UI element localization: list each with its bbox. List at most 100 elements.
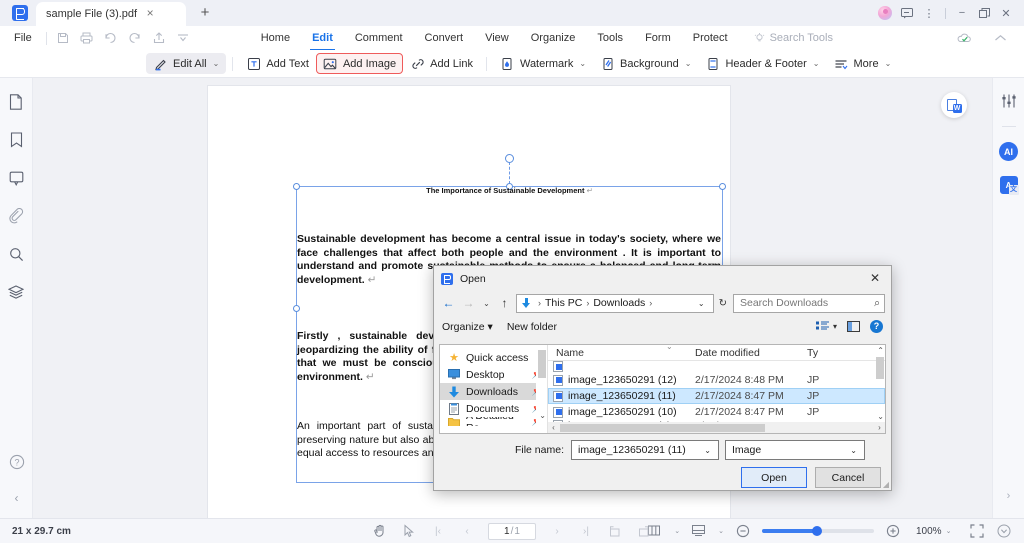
collapse-ribbon-icon[interactable] (988, 28, 1012, 48)
translate-icon[interactable]: A (999, 176, 1019, 195)
scroll-left-icon[interactable]: ‹ (548, 423, 559, 432)
zoom-slider-handle[interactable] (812, 526, 822, 536)
bookmark-icon[interactable] (6, 130, 26, 150)
file-list-horizontal-scrollbar[interactable]: ‹ › (548, 422, 885, 433)
file-name-input[interactable]: image_123650291 (11) ⌄ (571, 440, 719, 460)
menu-view[interactable]: View (485, 29, 509, 47)
resize-grip-icon[interactable]: ◢ (883, 480, 889, 489)
breadcrumb-this-pc[interactable]: This PC (545, 297, 582, 309)
places-item-desktop[interactable]: Desktop 📌 (440, 366, 547, 383)
open-button[interactable]: Open (741, 467, 807, 488)
share-icon[interactable] (147, 28, 171, 48)
properties-sliders-icon[interactable] (999, 91, 1019, 111)
tab-close-icon[interactable]: × (143, 7, 157, 21)
zoom-out-icon[interactable] (735, 523, 751, 539)
add-text-button[interactable]: Add Text (239, 53, 316, 74)
last-page-icon[interactable]: ›| (578, 523, 594, 539)
zoom-level-select[interactable]: 100% ⌄ (912, 523, 958, 540)
next-page-icon[interactable]: › (549, 523, 565, 539)
table-row[interactable]: image_123650291 (11) 2/17/2024 8:47 PM J… (548, 388, 885, 404)
file-list-vertical-scrollbar[interactable]: ⌃ ⌄ (874, 345, 885, 422)
expand-right-panel-icon[interactable]: › (1007, 490, 1011, 502)
watermark-button[interactable]: Watermark ⌄ (493, 53, 593, 74)
places-scrollbar-thumb[interactable] (538, 350, 546, 378)
menu-file[interactable]: File (0, 32, 42, 44)
maximize-button[interactable] (974, 5, 994, 21)
forward-button[interactable]: → (460, 294, 477, 312)
back-button[interactable]: ← (440, 294, 457, 312)
column-header-type[interactable]: Ty (807, 347, 829, 359)
chevron-down-icon[interactable]: ⌄ (700, 446, 715, 455)
close-button[interactable]: ✕ (996, 5, 1016, 21)
file-list[interactable]: Name Date modified Ty ⌄ image_123650291 … (548, 345, 885, 433)
add-link-button[interactable]: Add Link (403, 53, 480, 74)
scroll-mode-icon[interactable] (691, 523, 707, 539)
attachment-icon[interactable] (6, 206, 26, 226)
organize-button[interactable]: Organize ▾ (442, 321, 493, 333)
column-header-date-modified[interactable]: Date modified (695, 347, 807, 359)
dialog-help-icon[interactable]: ? (870, 320, 883, 333)
address-breadcrumb[interactable]: › This PC › Downloads › ⌄ (516, 293, 714, 313)
page-thumbnail-icon[interactable] (6, 92, 26, 112)
menu-edit[interactable]: Edit (310, 29, 335, 51)
scrollbar-thumb[interactable] (560, 423, 765, 432)
menu-convert[interactable]: Convert (425, 29, 464, 47)
refresh-icon[interactable]: ↻ (717, 298, 730, 309)
places-item-quick-access[interactable]: ★ Quick access (440, 349, 547, 366)
breadcrumb-downloads[interactable]: Downloads (593, 297, 645, 309)
avatar[interactable] (875, 5, 895, 21)
menu-home[interactable]: Home (261, 29, 290, 47)
feedback-icon[interactable] (897, 5, 917, 21)
zoom-slider[interactable] (762, 526, 874, 536)
layers-icon[interactable] (6, 282, 26, 302)
zoom-in-icon[interactable] (885, 523, 901, 539)
chevron-up-icon[interactable]: ⌃ (877, 346, 884, 355)
menu-protect[interactable]: Protect (693, 29, 728, 47)
new-folder-button[interactable]: New folder (507, 321, 557, 333)
add-image-button[interactable]: Add Image (315, 53, 404, 74)
open-file-dialog[interactable]: Open ✕ ← → ⌄ ↑ › This PC › Downloads › ⌄… (433, 265, 892, 491)
search-tools-field[interactable]: Search Tools (754, 32, 833, 44)
chevron-down-icon[interactable]: ⌄ (718, 527, 724, 535)
chevron-down-icon[interactable]: ⌄ (674, 527, 680, 535)
change-view-button[interactable]: ▾ (815, 321, 837, 332)
ai-assistant-icon[interactable]: AI (999, 142, 1018, 161)
select-tool-icon[interactable] (401, 523, 417, 539)
document-tab[interactable]: sample File (3).pdf × (36, 2, 186, 26)
chevron-down-icon[interactable]: ⌄ (846, 446, 861, 455)
more-options-icon[interactable]: ⋮ (919, 5, 939, 21)
cloud-check-icon[interactable] (952, 28, 976, 48)
more-view-options-icon[interactable] (996, 523, 1012, 539)
undo-icon[interactable] (99, 28, 123, 48)
table-row[interactable]: image_123650291 (12) 2/17/2024 8:48 PM J… (548, 372, 885, 388)
first-page-icon[interactable]: |‹ (430, 523, 446, 539)
recent-locations-button[interactable]: ⌄ (480, 294, 493, 312)
dialog-search-input[interactable]: Search Downloads ⌕ (733, 293, 885, 313)
menu-comment[interactable]: Comment (355, 29, 403, 47)
convert-to-word-button[interactable]: W (941, 92, 967, 118)
dialog-close-button[interactable]: ✕ (864, 269, 886, 289)
background-button[interactable]: Background ⌄ (593, 53, 698, 74)
rotate-left-icon[interactable] (607, 523, 623, 539)
menu-tools[interactable]: Tools (597, 29, 623, 47)
header-footer-button[interactable]: Header & Footer ⌄ (698, 53, 826, 74)
places-item-downloads[interactable]: Downloads 📌 (440, 383, 547, 400)
file-type-select[interactable]: Image ⌄ (725, 440, 865, 460)
scroll-right-icon[interactable]: › (874, 423, 885, 432)
search-icon[interactable] (6, 244, 26, 264)
edit-all-button[interactable]: Edit All ⌄ (146, 53, 227, 74)
more-button[interactable]: More ⌄ (827, 53, 899, 74)
column-header-name[interactable]: Name (548, 347, 695, 359)
cancel-button[interactable]: Cancel (815, 467, 881, 488)
chevron-down-icon[interactable]: ⌄ (877, 412, 884, 421)
page-number-input[interactable]: 1 / 1 (488, 522, 536, 540)
up-one-level-button[interactable]: ↑ (496, 294, 513, 312)
scrollbar-thumb[interactable] (876, 357, 884, 379)
save-icon[interactable] (51, 28, 75, 48)
dialog-places-sidebar[interactable]: ★ Quick access Desktop 📌 Downloads 📌 (440, 345, 548, 433)
places-item-detailed-report[interactable]: A Detailed Re 📌 (440, 417, 547, 426)
chevron-down-icon[interactable]: ⌄ (539, 411, 546, 420)
menu-organize[interactable]: Organize (531, 29, 576, 47)
preview-pane-button[interactable] (847, 321, 860, 332)
table-row-partial[interactable] (548, 361, 885, 372)
